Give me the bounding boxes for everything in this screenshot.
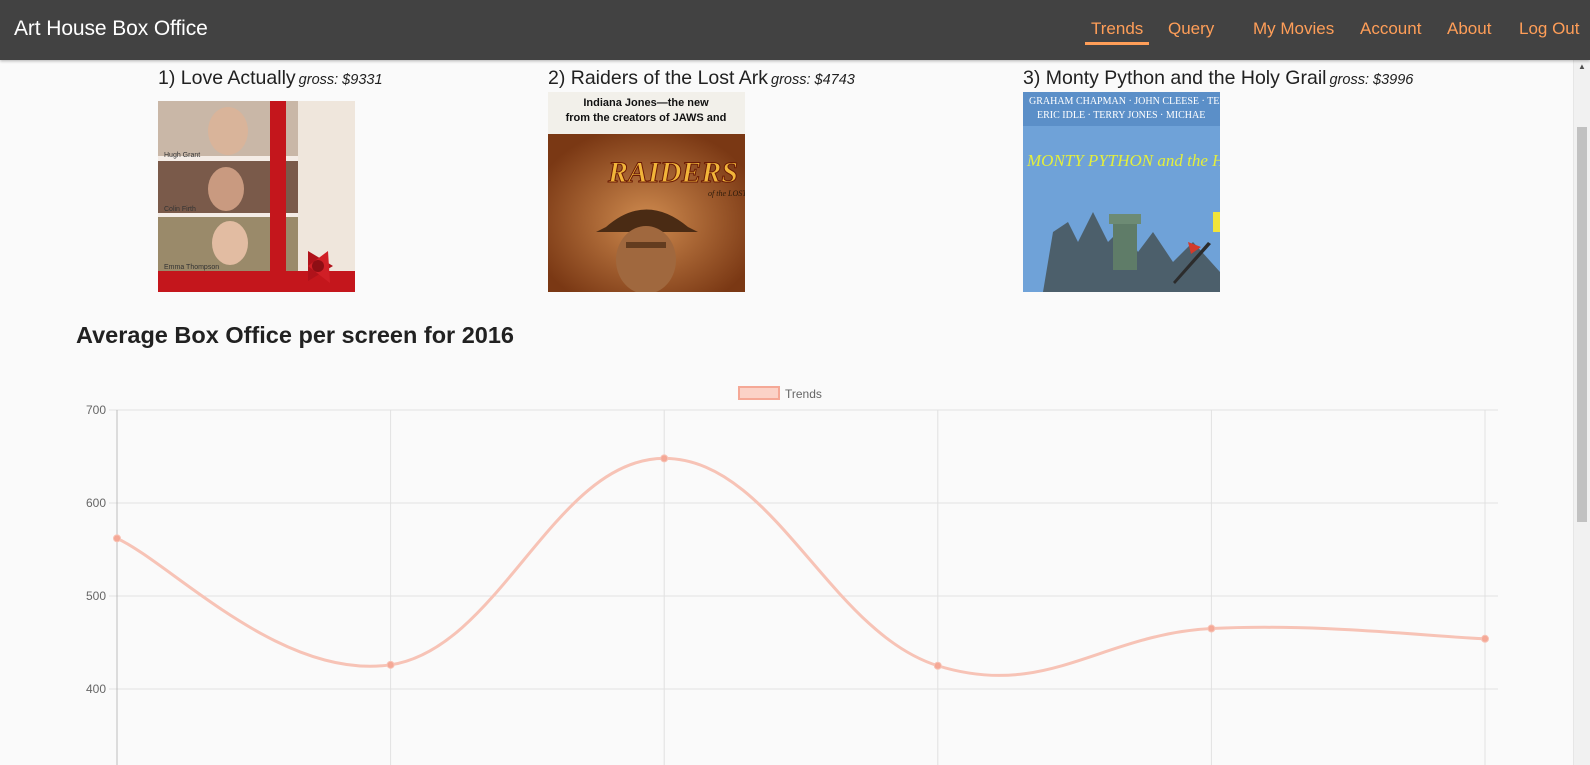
scroll-up-arrow[interactable]: ▲ (1574, 60, 1590, 74)
scrollbar[interactable]: ▲ (1573, 60, 1590, 765)
nav-my-movies[interactable]: My Movies (1253, 19, 1334, 39)
chart-legend[interactable]: Trends (738, 386, 822, 401)
nav-about[interactable]: About (1447, 19, 1491, 39)
chart-grid (109, 409, 1498, 765)
nav-account[interactable]: Account (1360, 19, 1421, 39)
brand-link[interactable]: Art House Box Office (14, 17, 208, 41)
data-point[interactable] (113, 534, 121, 543)
chart-axes: 700 600 500 400 (86, 403, 106, 696)
y-tick-label: 700 (86, 403, 106, 417)
data-point[interactable] (660, 454, 669, 463)
nav-query[interactable]: Query (1168, 19, 1214, 39)
data-point[interactable] (386, 660, 395, 669)
data-point[interactable] (1207, 624, 1216, 633)
y-tick-label: 600 (86, 496, 106, 510)
nav-log-out[interactable]: Log Out (1519, 19, 1580, 39)
legend-swatch[interactable] (738, 386, 780, 400)
series-line-trends (116, 456, 1486, 677)
y-tick-label: 400 (86, 682, 106, 696)
data-point[interactable] (933, 661, 942, 670)
chart-series (113, 454, 1489, 677)
nav-trends[interactable]: Trends (1084, 19, 1150, 45)
navbar: Art House Box Office Trends Query My Mov… (0, 0, 1590, 60)
trends-chart: 700 600 500 400 Trends (86, 386, 1498, 765)
legend-label[interactable]: Trends (785, 387, 822, 401)
data-point[interactable] (1481, 634, 1489, 643)
y-tick-label: 500 (86, 589, 106, 603)
scrollbar-thumb[interactable] (1577, 127, 1587, 522)
